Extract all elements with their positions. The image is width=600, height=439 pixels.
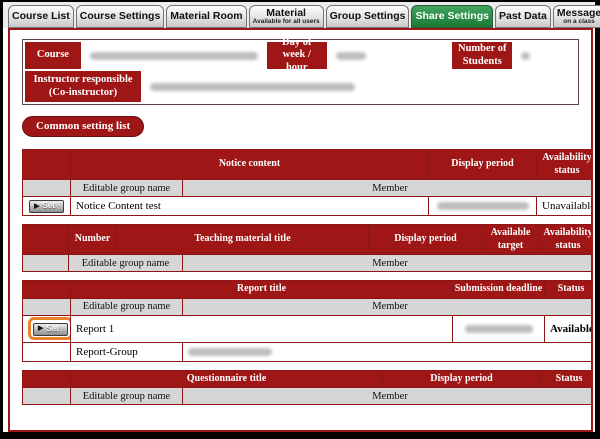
tab-label: Course List [12,11,70,22]
notice-editable-group-header: Editable group name [71,180,183,197]
report-deadline-header: Submission deadline [453,281,545,299]
tab-sublabel: Available for all users [253,19,320,26]
blurred-notice-period [437,202,529,210]
tab-message[interactable]: Message on a class [553,5,600,28]
number-of-students-value [514,42,576,69]
material-editable-group-header: Editable group name [69,255,183,272]
tab-label: Past Data [499,11,547,22]
questionnaire-header-row: Questionnaire title Display period Statu… [23,370,594,388]
common-setting-list-button[interactable]: Common setting list [22,116,144,137]
report-table: Report title Submission deadline Status … [22,280,593,362]
questionnaire-status-header: Status [541,370,594,388]
report-status-header: Status [545,281,594,299]
instructor-row: Instructor responsible (Co-instructor) [25,71,576,102]
report-deadline-cell [453,315,545,342]
notice-subheader-row: Editable group name Member [23,180,594,197]
blurred-course-name [90,52,258,60]
day-of-week-value [329,42,451,69]
report-set-button[interactable]: ▶Set [33,323,68,336]
material-available-target-header: Available target [483,225,539,255]
report-header-row: Report title Submission deadline Status [23,281,594,299]
report-status-cell: Available [545,315,594,342]
highlight-outline: ▶Set [28,317,71,339]
material-set-col-header [23,225,69,255]
material-member-header: Member [183,255,594,272]
tab-bar: Course List Course Settings Material Roo… [3,2,595,28]
tab-sublabel: on a class [563,19,594,26]
notice-title-cell: Notice Content test [71,197,429,216]
notice-row: ▶Set Notice Content test Unavailable [23,197,594,216]
play-icon: ▶ [34,203,39,211]
material-title-header: Teaching material title [117,225,369,255]
course-info-box: Course Day of week / hour Number of Stud… [22,39,579,105]
report-editable-group-header: Editable group name [71,298,183,315]
tab-course-list[interactable]: Course List [8,5,74,28]
notice-set-button[interactable]: ▶Set [29,200,64,213]
notice-content-header: Notice content [71,150,429,180]
tab-label: Share Settings [415,11,489,22]
tab-label: Message [557,8,600,19]
tab-label: Material Room [170,11,242,22]
course-label: Course [25,42,81,69]
report-set-col-header [23,281,71,299]
material-header-row: Number Teaching material title Display p… [23,225,594,255]
report-group-member-cell [183,342,594,361]
report-row: ▶Set Report 1 Available [23,315,594,342]
teaching-material-table: Number Teaching material title Display p… [22,224,593,272]
tab-label: Course Settings [80,11,161,22]
blurred-instructor-name [150,83,355,91]
material-subheader-row: Editable group name Member [23,255,594,272]
material-display-period-header: Display period [369,225,483,255]
blurred-day-value [336,52,366,60]
material-availability-status-header: Availability status [539,225,594,255]
day-of-week-label: Day of week / hour [267,42,327,69]
share-settings-panel: Course Day of week / hour Number of Stud… [8,28,593,432]
report-title-cell: Report 1 [71,315,453,342]
notice-member-header: Member [183,180,594,197]
tab-material-room[interactable]: Material Room [166,5,246,28]
blurred-students-count [521,52,530,60]
instructor-value [143,71,576,102]
tab-group-settings[interactable]: Group Settings [326,5,410,28]
questionnaire-subheader-row: Editable group name Member [23,388,594,405]
questionnaire-member-header: Member [183,388,594,405]
notice-table: Notice content Display period Availabili… [22,149,593,216]
number-of-students-label: Number of Students [452,42,512,69]
report-member-header: Member [183,298,594,315]
questionnaire-editable-group-header: Editable group name [71,388,183,405]
course-info-row: Course Day of week / hour Number of Stud… [25,42,576,69]
tab-share-settings[interactable]: Share Settings [411,5,493,28]
app-window: { "tabs": [ { "label": "Course List" }, … [0,0,600,439]
report-group-row: Report-Group [23,342,594,361]
notice-display-period-header: Display period [429,150,537,180]
screen: Course List Course Settings Material Roo… [3,2,595,432]
report-group-name-cell: Report-Group [71,342,183,361]
questionnaire-set-col-header [23,370,71,388]
instructor-label: Instructor responsible (Co-instructor) [25,71,141,102]
tab-label: Group Settings [330,11,406,22]
tab-course-settings[interactable]: Course Settings [76,5,165,28]
blurred-report-members [188,348,272,356]
tab-past-data[interactable]: Past Data [495,5,551,28]
questionnaire-table: Questionnaire title Display period Statu… [22,370,593,406]
tab-label: Material [266,8,306,19]
play-icon: ▶ [38,325,43,333]
material-number-header: Number [69,225,117,255]
notice-header-row: Notice content Display period Availabili… [23,150,594,180]
notice-set-col-header [23,150,71,180]
blurred-report-deadline [465,325,533,333]
notice-period-cell [429,197,537,216]
tab-material-all-users[interactable]: Material Available for all users [249,5,324,28]
questionnaire-title-header: Questionnaire title [71,370,383,388]
questionnaire-display-period-header: Display period [383,370,541,388]
course-name-value [83,42,265,69]
report-subheader-row: Editable group name Member [23,298,594,315]
notice-status-cell: Unavailable [537,197,594,216]
notice-availability-status-header: Availability status [537,150,594,180]
report-title-header: Report title [71,281,453,299]
